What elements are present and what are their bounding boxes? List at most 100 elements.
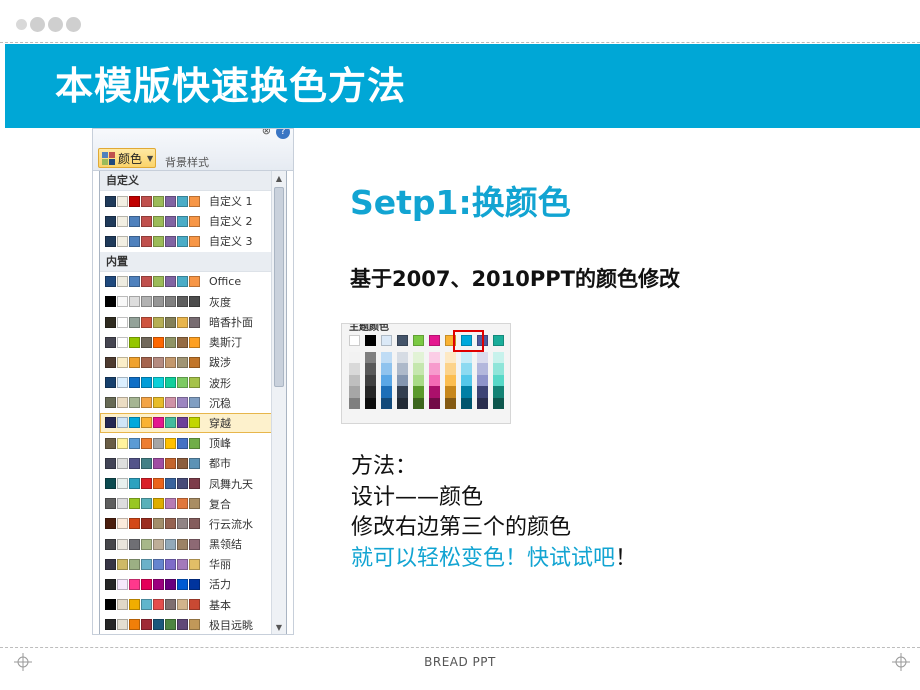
theme-option[interactable]: 暗香扑面 [100, 312, 272, 332]
theme-color-swatch[interactable] [365, 335, 376, 346]
shade-swatch[interactable] [397, 374, 408, 387]
shade-swatch[interactable] [429, 352, 440, 364]
shade-swatch[interactable] [413, 386, 424, 398]
shade-swatch[interactable] [461, 397, 472, 409]
shade-swatch[interactable] [493, 374, 504, 387]
theme-name: 活力 [209, 578, 231, 592]
theme-color-swatch[interactable] [381, 335, 392, 346]
shade-swatch[interactable] [461, 386, 472, 398]
shade-swatch[interactable] [461, 363, 472, 375]
theme-option[interactable]: 奥斯汀 [100, 332, 272, 352]
color-swatch [117, 356, 128, 368]
help-icon[interactable]: ? [276, 129, 290, 139]
shade-swatch[interactable] [477, 363, 488, 375]
colors-button[interactable]: 颜色 ▼ [98, 148, 156, 168]
shade-swatch[interactable] [477, 352, 488, 364]
theme-option[interactable]: 顶峰 [100, 433, 272, 453]
theme-option[interactable]: 凤舞九天 [100, 473, 272, 493]
shade-swatch[interactable] [349, 374, 360, 387]
shade-column [477, 352, 488, 409]
theme-option[interactable]: 华丽 [100, 554, 272, 574]
theme-color-swatch[interactable] [429, 335, 440, 346]
shade-swatch[interactable] [381, 386, 392, 398]
theme-option[interactable]: 自定义 1 [100, 191, 272, 211]
color-swatch [189, 417, 200, 429]
shade-swatch[interactable] [349, 352, 360, 364]
shade-swatch[interactable] [413, 363, 424, 375]
shade-column [493, 352, 504, 409]
theme-color-swatch[interactable] [493, 335, 504, 346]
theme-color-swatch[interactable] [413, 335, 424, 346]
shade-swatch[interactable] [349, 363, 360, 375]
shade-swatch[interactable] [477, 374, 488, 387]
shade-swatch[interactable] [365, 397, 376, 409]
shade-swatch[interactable] [365, 352, 376, 364]
color-swatch [117, 599, 128, 611]
shade-swatch[interactable] [445, 374, 456, 387]
color-swatch [105, 276, 116, 288]
scroll-up-icon[interactable]: ▲ [272, 172, 286, 186]
shade-swatch[interactable] [365, 386, 376, 398]
shade-swatch[interactable] [445, 352, 456, 364]
theme-option[interactable]: 沉稳 [100, 393, 272, 413]
shade-swatch[interactable] [413, 352, 424, 364]
collapse-icon[interactable]: ⊗ [262, 129, 271, 137]
theme-option[interactable]: 行云流水 [100, 514, 272, 534]
shade-swatch[interactable] [381, 363, 392, 375]
theme-option[interactable]: 自定义 3 [100, 231, 272, 251]
shade-swatch[interactable] [477, 397, 488, 409]
color-swatch [105, 538, 116, 550]
shade-swatch[interactable] [381, 352, 392, 364]
shade-swatch[interactable] [461, 374, 472, 387]
shade-swatch[interactable] [413, 397, 424, 409]
color-swatch [177, 558, 188, 570]
shade-swatch[interactable] [349, 397, 360, 409]
shade-swatch[interactable] [445, 363, 456, 375]
shade-swatch[interactable] [429, 363, 440, 375]
shade-swatch[interactable] [477, 386, 488, 398]
theme-option[interactable]: 穿越 [100, 412, 272, 434]
shade-swatch[interactable] [365, 374, 376, 387]
shade-swatch[interactable] [413, 374, 424, 387]
shade-swatch[interactable] [493, 397, 504, 409]
shade-swatch[interactable] [461, 352, 472, 364]
scrollbar[interactable]: ▲ ▼ [271, 171, 286, 634]
theme-option[interactable]: 自定义 2 [100, 211, 272, 231]
scroll-down-icon[interactable]: ▼ [272, 621, 286, 634]
theme-option[interactable]: 极目远眺 [100, 615, 272, 634]
theme-option[interactable]: 跋涉 [100, 352, 272, 372]
shade-swatch[interactable] [397, 363, 408, 375]
shade-swatch[interactable] [493, 363, 504, 375]
background-style-button[interactable]: 背景样式 [165, 154, 209, 170]
shade-swatch[interactable] [445, 386, 456, 398]
theme-colors-shades [349, 352, 504, 409]
shade-swatch[interactable] [397, 352, 408, 364]
shade-swatch[interactable] [381, 374, 392, 387]
theme-color-swatch[interactable] [349, 335, 360, 346]
theme-option[interactable]: 灰度 [100, 292, 272, 312]
theme-option[interactable]: 活力 [100, 574, 272, 594]
theme-option[interactable]: Office [100, 272, 272, 292]
shade-swatch[interactable] [381, 397, 392, 409]
theme-option[interactable]: 都市 [100, 453, 272, 473]
shade-swatch[interactable] [445, 397, 456, 409]
shade-column [397, 352, 408, 409]
shade-swatch[interactable] [365, 363, 376, 375]
color-swatch [153, 377, 164, 389]
theme-option[interactable]: 波形 [100, 373, 272, 393]
theme-color-swatch[interactable] [397, 335, 408, 346]
top-divider [0, 42, 920, 43]
shade-swatch[interactable] [397, 386, 408, 398]
shade-swatch[interactable] [397, 397, 408, 409]
theme-option[interactable]: 基本 [100, 595, 272, 615]
shade-swatch[interactable] [429, 397, 440, 409]
scroll-thumb[interactable] [274, 187, 284, 387]
shade-swatch[interactable] [493, 352, 504, 364]
shade-swatch[interactable] [349, 386, 360, 398]
shade-swatch[interactable] [493, 386, 504, 398]
theme-option[interactable]: 复合 [100, 494, 272, 514]
theme-option[interactable]: 黑领结 [100, 534, 272, 554]
shade-swatch[interactable] [429, 374, 440, 387]
shade-swatch[interactable] [429, 386, 440, 398]
color-swatch [141, 538, 152, 550]
